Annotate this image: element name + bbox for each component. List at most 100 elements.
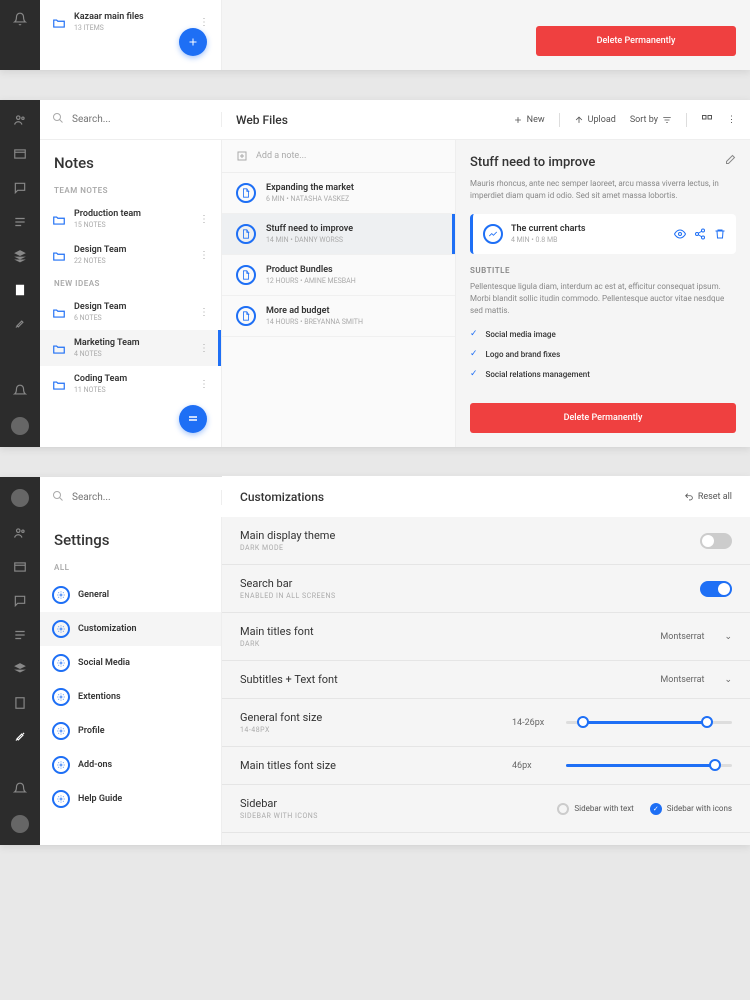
theme-toggle[interactable] bbox=[700, 533, 732, 549]
chat-icon[interactable] bbox=[12, 180, 28, 196]
settings-heading: Settings bbox=[40, 517, 221, 557]
reset-button[interactable]: Reset all bbox=[684, 492, 732, 502]
subfont-select[interactable]: Montserrat⌄ bbox=[660, 675, 732, 685]
search-input[interactable] bbox=[72, 114, 209, 125]
share-icon[interactable] bbox=[694, 225, 706, 244]
folder-icon bbox=[52, 248, 66, 262]
fab-add-button[interactable] bbox=[179, 405, 207, 433]
people-icon[interactable] bbox=[12, 525, 28, 541]
gear-icon bbox=[52, 586, 70, 604]
settings-item[interactable]: Help Guide bbox=[40, 782, 221, 816]
titlesize-slider[interactable] bbox=[566, 764, 732, 767]
note-item[interactable]: Stuff need to improve14 MIN • DANNY WORS… bbox=[222, 214, 455, 255]
more-icon[interactable]: ⋮ bbox=[199, 250, 209, 261]
bell-icon[interactable] bbox=[12, 383, 28, 399]
subtitle-label: SUBTITLE bbox=[470, 266, 736, 275]
check-item: ✓Social media image bbox=[470, 329, 736, 339]
team-notes-label: TEAM NOTES bbox=[40, 180, 221, 201]
doc-icon bbox=[236, 224, 256, 244]
chevron-down-icon: ⌄ bbox=[724, 632, 732, 642]
sort-button[interactable]: Sort by bbox=[630, 115, 672, 125]
list-icon[interactable] bbox=[12, 627, 28, 643]
check-item: ✓Social relations management bbox=[470, 369, 736, 379]
folder-name: Kazaar main files bbox=[74, 12, 191, 22]
list-icon[interactable] bbox=[12, 214, 28, 230]
grid-icon[interactable] bbox=[701, 114, 713, 126]
settings-item[interactable]: General bbox=[40, 578, 221, 612]
attachment-card[interactable]: The current charts 4 MIN • 0.8 MB bbox=[470, 214, 736, 254]
doc-icon bbox=[236, 265, 256, 285]
trash-icon[interactable] bbox=[714, 225, 726, 244]
settings-item[interactable]: Add-ons bbox=[40, 748, 221, 782]
folder-icon bbox=[52, 341, 66, 355]
note-item[interactable]: Expanding the market6 MIN • NATASHA VASK… bbox=[222, 173, 455, 214]
note-item[interactable]: Product Bundles12 HOURS • AMINE MESBAH bbox=[222, 255, 455, 296]
add-note-input[interactable]: Add a note... bbox=[222, 140, 455, 173]
folder-icon bbox=[52, 377, 66, 391]
gear-icon bbox=[52, 688, 70, 706]
more-icon[interactable]: ⋮ bbox=[199, 214, 209, 225]
avatar[interactable] bbox=[11, 815, 29, 833]
more-icon[interactable]: ⋮ bbox=[727, 115, 736, 125]
search-input[interactable] bbox=[72, 492, 209, 503]
settings-item[interactable]: Profile bbox=[40, 714, 221, 748]
chevron-down-icon: ⌄ bbox=[724, 675, 732, 685]
folder-item[interactable]: Design Team6 NOTES⋮ bbox=[40, 294, 221, 330]
folder-icon bbox=[52, 15, 66, 29]
folder-item[interactable]: Design Team22 NOTES⋮ bbox=[40, 237, 221, 273]
folder-item[interactable]: Marketing Team4 NOTES⋮ bbox=[40, 330, 221, 366]
radio-sidebar-icons[interactable]: Sidebar with icons bbox=[650, 803, 732, 815]
more-icon[interactable]: ⋮ bbox=[199, 343, 209, 354]
window-icon[interactable] bbox=[12, 146, 28, 162]
search-icon bbox=[52, 112, 64, 127]
layers-icon[interactable] bbox=[12, 248, 28, 264]
setting-subfont: Subtitles + Text font Montserrat⌄ bbox=[222, 661, 750, 699]
folder-item[interactable]: Coding Team11 NOTES⋮ bbox=[40, 366, 221, 402]
search-icon bbox=[52, 490, 64, 505]
avatar[interactable] bbox=[11, 417, 29, 435]
new-button[interactable]: New bbox=[513, 115, 545, 125]
people-icon[interactable] bbox=[12, 112, 28, 128]
radio-sidebar-text[interactable]: Sidebar with text bbox=[557, 803, 633, 815]
folder-icon bbox=[52, 305, 66, 319]
folder-icon bbox=[52, 212, 66, 226]
eye-icon[interactable] bbox=[674, 225, 686, 244]
folder-meta: 13 ITEMS bbox=[74, 24, 191, 32]
check-icon: ✓ bbox=[470, 349, 478, 359]
doc-icon bbox=[236, 183, 256, 203]
folder-item[interactable]: Production team15 NOTES⋮ bbox=[40, 201, 221, 237]
topbar: Customizations Reset all bbox=[40, 477, 750, 517]
gear-icon bbox=[52, 654, 70, 672]
gear-icon bbox=[52, 756, 70, 774]
settings-item[interactable]: Social Media bbox=[40, 646, 221, 680]
edit-icon[interactable] bbox=[724, 154, 736, 170]
searchbar-toggle[interactable] bbox=[700, 581, 732, 597]
settings-item[interactable]: Extentions bbox=[40, 680, 221, 714]
chat-icon[interactable] bbox=[12, 593, 28, 609]
delete-button[interactable]: Delete Permanently bbox=[470, 403, 736, 433]
note-item[interactable]: More ad budget14 HOURS • BREYANNA SMITH bbox=[222, 296, 455, 337]
setting-titlesize: Main titles font size 46px bbox=[222, 747, 750, 785]
tools-icon[interactable] bbox=[12, 316, 28, 332]
setting-theme: Main display themeDARK MODE bbox=[222, 517, 750, 565]
gensize-slider[interactable] bbox=[566, 721, 732, 724]
titlefont-select[interactable]: Montserrat⌄ bbox=[660, 632, 732, 642]
layers-icon[interactable] bbox=[12, 661, 28, 677]
more-icon[interactable]: ⋮ bbox=[199, 379, 209, 390]
doc-icon bbox=[236, 306, 256, 326]
notes-icon[interactable] bbox=[12, 695, 28, 711]
window-icon[interactable] bbox=[12, 559, 28, 575]
settings-item[interactable]: Customization bbox=[40, 612, 221, 646]
more-icon[interactable]: ⋮ bbox=[199, 307, 209, 318]
notes-icon[interactable] bbox=[12, 282, 28, 298]
delete-button[interactable]: Delete Permanently bbox=[536, 26, 736, 56]
app-sidebar bbox=[0, 0, 40, 70]
bell-icon[interactable] bbox=[12, 12, 28, 26]
avatar[interactable] bbox=[11, 489, 29, 507]
upload-button[interactable]: Upload bbox=[574, 115, 616, 125]
fab-add-button[interactable] bbox=[179, 28, 207, 56]
tools-icon[interactable] bbox=[12, 729, 28, 745]
more-icon[interactable]: ⋮ bbox=[199, 17, 209, 28]
bell-icon[interactable] bbox=[12, 781, 28, 797]
new-ideas-label: NEW IDEAS bbox=[40, 273, 221, 294]
